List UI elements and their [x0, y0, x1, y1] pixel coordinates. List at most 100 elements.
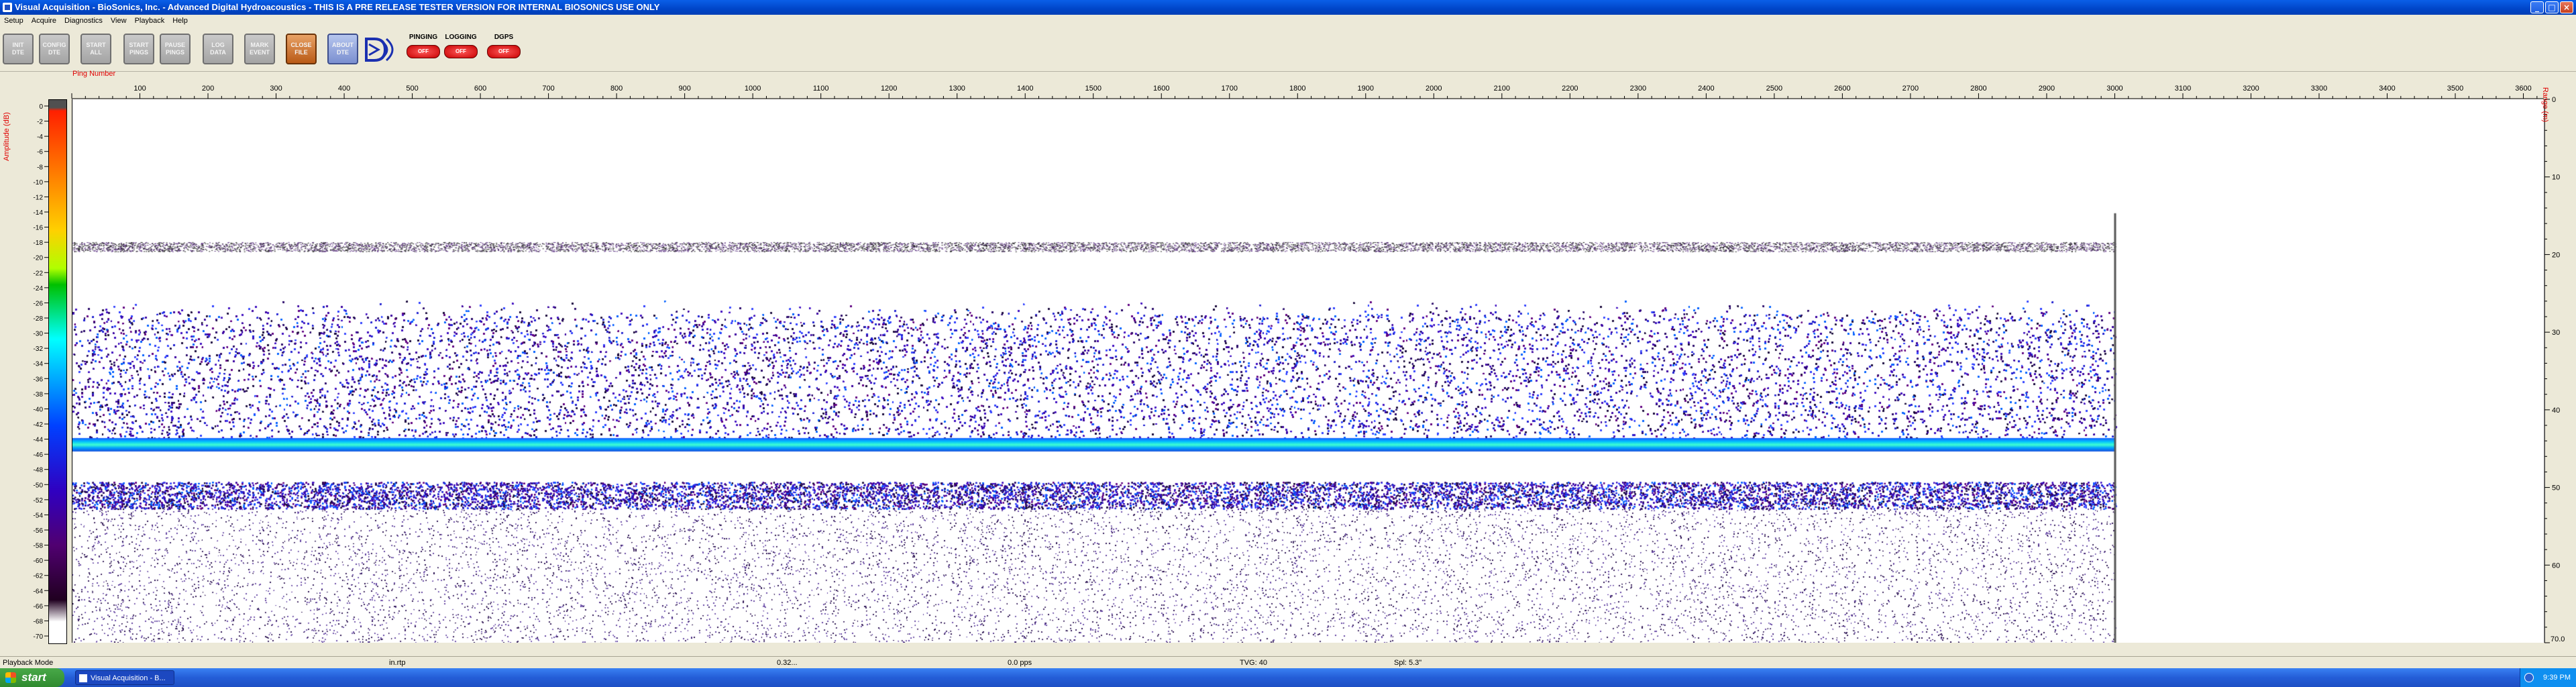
start-label: start — [21, 671, 46, 684]
biosonics-logo-icon — [365, 38, 394, 62]
config-dte-button[interactable]: CONFIG DTE — [39, 34, 70, 64]
clock: 9:39 PM — [2543, 674, 2571, 682]
range-max-label: 70.0 — [2551, 635, 2565, 643]
ping-tick-label: 3400 — [2379, 85, 2395, 93]
range-tick-label: 0 — [2552, 96, 2556, 104]
ping-tick-label: 1700 — [1222, 85, 1238, 93]
ping-tick-label: 2400 — [1698, 85, 1714, 93]
amplitude-tick-label: -54 — [34, 512, 44, 519]
logging-indicator: LOGGING OFF — [441, 34, 480, 64]
ping-tick-label: 100 — [133, 85, 146, 93]
init-dte-button[interactable]: INIT DTE — [3, 34, 34, 64]
ping-tick-label: 300 — [270, 85, 282, 93]
ping-tick-label: 1300 — [949, 85, 965, 93]
echogram-canvas — [72, 99, 2544, 643]
amplitude-tick-label: -60 — [34, 558, 44, 565]
ping-tick-label: 1800 — [1289, 85, 1305, 93]
start-all-button[interactable]: START ALL — [80, 34, 111, 64]
amplitude-tick-label: -12 — [34, 194, 44, 201]
amplitude-tick-label: -28 — [34, 315, 44, 323]
range-tick-label: 60 — [2552, 562, 2560, 570]
amplitude-tick-label: -8 — [37, 164, 43, 171]
about-dte-button[interactable]: ABOUT DTE — [327, 34, 358, 64]
range-label: Range (m) — [2541, 87, 2549, 122]
taskbar: start Visual Acquisition - B... 9:39 PM — [0, 668, 2576, 687]
echogram-display[interactable] — [72, 99, 2545, 643]
ping-tick-label: 2000 — [1426, 85, 1442, 93]
status-ping-rate: 0.0 pps — [1008, 659, 1032, 667]
tray-network-icon[interactable] — [2524, 673, 2534, 682]
start-button[interactable]: start — [0, 668, 64, 687]
range-tick-label: 30 — [2552, 329, 2560, 337]
pinging-label: PINGING — [409, 34, 438, 41]
status-time: 0.32... — [777, 659, 798, 667]
amplitude-tick-label: -40 — [34, 406, 44, 413]
ping-tick-label: 800 — [610, 85, 623, 93]
dgps-indicator: DGPS OFF — [484, 34, 523, 64]
pinging-indicator: PINGING OFF — [404, 34, 443, 64]
ping-tick-label: 1200 — [881, 85, 897, 93]
ping-tick-label: 2800 — [1970, 85, 1986, 93]
range-tick-label: 10 — [2552, 174, 2560, 182]
start-pings-button[interactable]: START PINGS — [123, 34, 154, 64]
amplitude-tick-label: -66 — [34, 603, 44, 611]
range-tick-label: 20 — [2552, 251, 2560, 259]
amplitude-tick-label: -30 — [34, 331, 44, 338]
menu-acquire[interactable]: Acquire — [28, 15, 60, 27]
amplitude-tick-label: -50 — [34, 482, 44, 489]
mark-event-button[interactable]: MARK EVENT — [244, 34, 275, 64]
ping-tick-label: 1100 — [813, 85, 829, 93]
window-title: Visual Acquisition - BioSonics, Inc. - A… — [15, 2, 660, 12]
status-bar: Playback Mode in.rtp 0.32... 0.0 pps TVG… — [0, 656, 2576, 669]
menu-setup[interactable]: Setup — [0, 15, 28, 27]
amplitude-tick-label: -18 — [34, 240, 44, 247]
amplitude-tick-label: -36 — [34, 376, 44, 383]
amplitude-tick-label: -34 — [34, 361, 44, 368]
ping-tick-label: 2900 — [2039, 85, 2055, 93]
amplitude-tick-label: -70 — [34, 633, 44, 641]
menu-help[interactable]: Help — [168, 15, 192, 27]
menu-bar: Setup Acquire Diagnostics View Playback … — [0, 15, 2576, 27]
amplitude-axis: 0 -2 -4 -6 -8 -10 -12 -14 -16 -18 -20 -22 -24 -26 -28 -… — [34, 103, 48, 641]
ping-tick-label: 1000 — [745, 85, 761, 93]
amplitude-tick-label: -52 — [34, 497, 44, 505]
menu-diagnostics[interactable]: Diagnostics — [60, 15, 107, 27]
taskbar-item-visual-acquisition[interactable]: Visual Acquisition - B... — [75, 670, 174, 685]
ping-axis: 100 200 300 400 500 600 700 800 900 1000 1100 1200 1… — [71, 85, 2544, 99]
log-data-button[interactable]: LOG DATA — [203, 34, 233, 64]
status-tvg: TVG: 40 — [1240, 659, 1267, 667]
ping-tick-label: 2300 — [1630, 85, 1646, 93]
ping-tick-label: 3200 — [2243, 85, 2259, 93]
ping-tick-label: 2700 — [1902, 85, 1919, 93]
amplitude-tick-label: 0 — [39, 103, 43, 111]
amplitude-tick-label: -22 — [34, 270, 44, 277]
amplitude-tick-label: -4 — [37, 134, 43, 141]
dgps-label: DGPS — [494, 34, 514, 41]
amplitude-tick-label: -56 — [34, 527, 44, 535]
pause-pings-button[interactable]: PAUSE PINGS — [160, 34, 191, 64]
amplitude-tick-label: -6 — [37, 149, 43, 156]
ping-tick-label: 3600 — [2515, 85, 2531, 93]
windows-flag-icon — [5, 672, 16, 683]
dgps-status-lamp: OFF — [487, 45, 521, 58]
amplitude-tick-label: -2 — [37, 119, 43, 126]
menu-view[interactable]: View — [107, 15, 131, 27]
ping-tick-label: 1400 — [1017, 85, 1033, 93]
amplitude-tick-label: -10 — [34, 179, 44, 187]
minimize-button[interactable]: _ — [2530, 1, 2544, 13]
ping-tick-label: 3100 — [2175, 85, 2191, 93]
amplitude-tick-label: -24 — [34, 285, 44, 293]
status-file: in.rtp — [389, 659, 406, 667]
close-button[interactable]: × — [2560, 1, 2573, 13]
menu-playback[interactable]: Playback — [131, 15, 169, 27]
amplitude-color-scale — [48, 99, 67, 644]
range-tick-label: 50 — [2552, 484, 2560, 492]
ping-tick-label: 3000 — [2106, 85, 2123, 93]
status-mode: Playback Mode — [3, 659, 54, 667]
maximize-button[interactable]: □ — [2545, 1, 2559, 13]
amplitude-tick-label: -16 — [34, 225, 44, 232]
amplitude-tick-label: -68 — [34, 618, 44, 625]
ping-tick-label: 3500 — [2447, 85, 2463, 93]
ping-tick-label: 900 — [678, 85, 690, 93]
close-file-button[interactable]: CLOSE FILE — [286, 34, 317, 64]
